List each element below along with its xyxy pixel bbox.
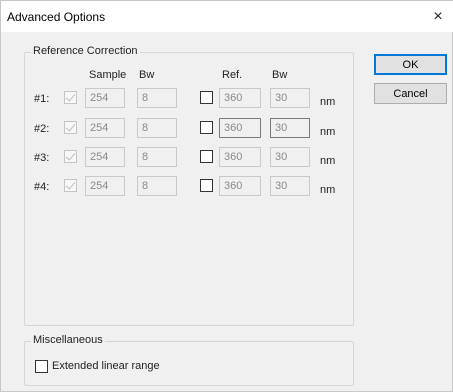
row-2-ref-field: 360 [219, 118, 261, 138]
row-4-ref-field: 360 [219, 176, 261, 196]
row-1-ref-bw-field: 30 [270, 88, 310, 108]
row-1-sample-field: 254 [85, 88, 125, 108]
row-2-unit: nm [320, 126, 336, 138]
check-icon [65, 150, 76, 161]
row-1-ref-field: 360 [219, 88, 261, 108]
cancel-button[interactable]: Cancel [374, 83, 447, 104]
row-2-label: #2: [34, 123, 50, 135]
row-3-bw-field: 8 [137, 147, 177, 167]
extended-linear-range-label[interactable]: Extended linear range [52, 360, 160, 372]
title-bar: Advanced Options × [1, 1, 453, 32]
miscellaneous-legend: Miscellaneous [31, 334, 105, 346]
sample-header: Sample [89, 69, 127, 81]
row-3-ref-field: 360 [219, 147, 261, 167]
reference-correction-legend: Reference Correction [31, 45, 140, 57]
row-4-sample-checkbox [64, 179, 77, 192]
row-4-unit: nm [320, 184, 336, 196]
row-4-sample-field: 254 [85, 176, 125, 196]
row-4-ref-bw-field: 30 [270, 176, 310, 196]
bw-header-ref: Bw [272, 69, 288, 81]
row-3-sample-checkbox [64, 150, 77, 163]
close-icon[interactable]: × [422, 1, 453, 32]
row-3-ref-checkbox[interactable] [200, 150, 213, 163]
dialog-title: Advanced Options [7, 10, 106, 24]
ref-header: Ref. [222, 69, 243, 81]
row-2-ref-bw-field: 30 [270, 118, 310, 138]
extended-linear-range-checkbox[interactable] [35, 360, 48, 373]
row-1-ref-checkbox[interactable] [200, 91, 213, 104]
row-3-sample-field: 254 [85, 147, 125, 167]
row-4-ref-checkbox[interactable] [200, 179, 213, 192]
row-2-bw-field: 8 [137, 118, 177, 138]
row-1-unit: nm [320, 96, 336, 108]
check-icon [65, 91, 76, 102]
row-2-sample-checkbox [64, 121, 77, 134]
row-2-sample-field: 254 [85, 118, 125, 138]
row-4-bw-field: 8 [137, 176, 177, 196]
row-4-label: #4: [34, 181, 50, 193]
ok-button[interactable]: OK [374, 54, 447, 75]
row-3-unit: nm [320, 155, 336, 167]
row-1-sample-checkbox [64, 91, 77, 104]
check-icon [65, 179, 76, 190]
check-icon [65, 121, 76, 132]
bw-header-sample: Bw [139, 69, 155, 81]
row-2-ref-checkbox[interactable] [200, 121, 213, 134]
row-1-label: #1: [34, 93, 50, 105]
advanced-options-dialog: Advanced Options × Reference Correction … [0, 0, 453, 392]
row-1-bw-field: 8 [137, 88, 177, 108]
row-3-label: #3: [34, 152, 50, 164]
row-3-ref-bw-field: 30 [270, 147, 310, 167]
